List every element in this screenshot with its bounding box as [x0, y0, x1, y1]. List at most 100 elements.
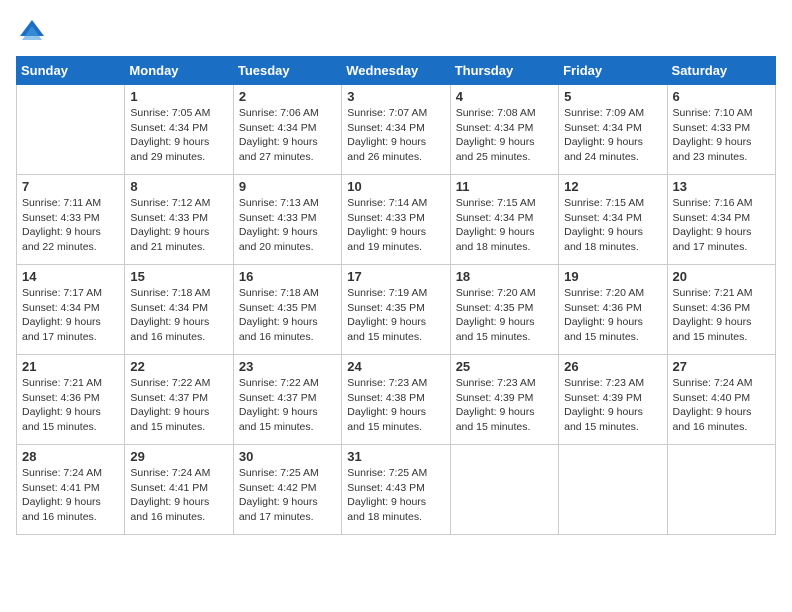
day-number: 10	[347, 179, 444, 194]
calendar-cell: 24 Sunrise: 7:23 AMSunset: 4:38 PMDayligh…	[342, 355, 450, 445]
day-info: Sunrise: 7:15 AMSunset: 4:34 PMDaylight:…	[564, 196, 661, 255]
calendar-cell: 12 Sunrise: 7:15 AMSunset: 4:34 PMDayligh…	[559, 175, 667, 265]
day-info: Sunrise: 7:23 AMSunset: 4:38 PMDaylight:…	[347, 376, 444, 435]
day-info: Sunrise: 7:16 AMSunset: 4:34 PMDaylight:…	[673, 196, 770, 255]
weekday-row: SundayMondayTuesdayWednesdayThursdayFrid…	[17, 57, 776, 85]
calendar-cell: 29 Sunrise: 7:24 AMSunset: 4:41 PMDayligh…	[125, 445, 233, 535]
calendar-cell: 13Sunrise: 7:16 AMSunset: 4:34 PMDayligh…	[667, 175, 775, 265]
weekday-header: Sunday	[17, 57, 125, 85]
calendar-cell: 9 Sunrise: 7:13 AMSunset: 4:33 PMDaylight…	[233, 175, 341, 265]
day-number: 22	[130, 359, 227, 374]
calendar-cell: 2 Sunrise: 7:06 AMSunset: 4:34 PMDaylight…	[233, 85, 341, 175]
calendar-week: 28 Sunrise: 7:24 AMSunset: 4:41 PMDayligh…	[17, 445, 776, 535]
day-number: 1	[130, 89, 227, 104]
day-number: 5	[564, 89, 661, 104]
day-number: 23	[239, 359, 336, 374]
day-number: 14	[22, 269, 119, 284]
weekday-header: Saturday	[667, 57, 775, 85]
logo-icon	[16, 16, 44, 44]
day-info: Sunrise: 7:24 AMSunset: 4:41 PMDaylight:…	[130, 466, 227, 525]
day-number: 4	[456, 89, 553, 104]
day-info: Sunrise: 7:13 AMSunset: 4:33 PMDaylight:…	[239, 196, 336, 255]
calendar-week: 7Sunrise: 7:11 AMSunset: 4:33 PMDaylight…	[17, 175, 776, 265]
calendar-cell: 25 Sunrise: 7:23 AMSunset: 4:39 PMDayligh…	[450, 355, 558, 445]
day-info: Sunrise: 7:21 AMSunset: 4:36 PMDaylight:…	[22, 376, 119, 435]
calendar-cell: 6 Sunrise: 7:10 AMSunset: 4:33 PMDaylight…	[667, 85, 775, 175]
day-info: Sunrise: 7:25 AMSunset: 4:42 PMDaylight:…	[239, 466, 336, 525]
day-number: 18	[456, 269, 553, 284]
day-number: 15	[130, 269, 227, 284]
calendar-cell: 31 Sunrise: 7:25 AMSunset: 4:43 PMDayligh…	[342, 445, 450, 535]
weekday-header: Tuesday	[233, 57, 341, 85]
day-info: Sunrise: 7:14 AMSunset: 4:33 PMDaylight:…	[347, 196, 444, 255]
day-info: Sunrise: 7:06 AMSunset: 4:34 PMDaylight:…	[239, 106, 336, 165]
day-number: 7	[22, 179, 119, 194]
day-number: 24	[347, 359, 444, 374]
calendar-week: 1 Sunrise: 7:05 AMSunset: 4:34 PMDaylight…	[17, 85, 776, 175]
calendar-cell: 4 Sunrise: 7:08 AMSunset: 4:34 PMDaylight…	[450, 85, 558, 175]
day-info: Sunrise: 7:10 AMSunset: 4:33 PMDaylight:…	[673, 106, 770, 165]
day-number: 29	[130, 449, 227, 464]
day-number: 3	[347, 89, 444, 104]
calendar-cell: 17 Sunrise: 7:19 AMSunset: 4:35 PMDayligh…	[342, 265, 450, 355]
calendar-cell	[450, 445, 558, 535]
calendar-cell: 5Sunrise: 7:09 AMSunset: 4:34 PMDaylight…	[559, 85, 667, 175]
calendar-cell	[667, 445, 775, 535]
weekday-header: Wednesday	[342, 57, 450, 85]
day-number: 6	[673, 89, 770, 104]
page-header	[16, 16, 776, 44]
calendar-cell	[559, 445, 667, 535]
calendar-cell: 30 Sunrise: 7:25 AMSunset: 4:42 PMDayligh…	[233, 445, 341, 535]
day-info: Sunrise: 7:19 AMSunset: 4:35 PMDaylight:…	[347, 286, 444, 345]
calendar-cell: 11 Sunrise: 7:15 AMSunset: 4:34 PMDayligh…	[450, 175, 558, 265]
day-number: 30	[239, 449, 336, 464]
calendar-cell: 8Sunrise: 7:12 AMSunset: 4:33 PMDaylight…	[125, 175, 233, 265]
day-info: Sunrise: 7:21 AMSunset: 4:36 PMDaylight:…	[673, 286, 770, 345]
day-info: Sunrise: 7:22 AMSunset: 4:37 PMDaylight:…	[130, 376, 227, 435]
day-number: 20	[673, 269, 770, 284]
day-number: 2	[239, 89, 336, 104]
calendar-cell	[17, 85, 125, 175]
calendar-cell: 26Sunrise: 7:23 AMSunset: 4:39 PMDayligh…	[559, 355, 667, 445]
day-info: Sunrise: 7:25 AMSunset: 4:43 PMDaylight:…	[347, 466, 444, 525]
day-info: Sunrise: 7:18 AMSunset: 4:34 PMDaylight:…	[130, 286, 227, 345]
day-number: 25	[456, 359, 553, 374]
calendar-cell: 18Sunrise: 7:20 AMSunset: 4:35 PMDayligh…	[450, 265, 558, 355]
logo	[16, 16, 48, 44]
day-info: Sunrise: 7:23 AMSunset: 4:39 PMDaylight:…	[456, 376, 553, 435]
calendar-cell: 23Sunrise: 7:22 AMSunset: 4:37 PMDayligh…	[233, 355, 341, 445]
calendar-week: 14 Sunrise: 7:17 AMSunset: 4:34 PMDayligh…	[17, 265, 776, 355]
calendar-week: 21 Sunrise: 7:21 AMSunset: 4:36 PMDayligh…	[17, 355, 776, 445]
day-info: Sunrise: 7:17 AMSunset: 4:34 PMDaylight:…	[22, 286, 119, 345]
calendar-cell: 10 Sunrise: 7:14 AMSunset: 4:33 PMDayligh…	[342, 175, 450, 265]
day-info: Sunrise: 7:18 AMSunset: 4:35 PMDaylight:…	[239, 286, 336, 345]
calendar-cell: 21 Sunrise: 7:21 AMSunset: 4:36 PMDayligh…	[17, 355, 125, 445]
calendar-cell: 3 Sunrise: 7:07 AMSunset: 4:34 PMDaylight…	[342, 85, 450, 175]
day-number: 31	[347, 449, 444, 464]
day-info: Sunrise: 7:07 AMSunset: 4:34 PMDaylight:…	[347, 106, 444, 165]
day-number: 21	[22, 359, 119, 374]
day-number: 9	[239, 179, 336, 194]
calendar-cell: 27 Sunrise: 7:24 AMSunset: 4:40 PMDayligh…	[667, 355, 775, 445]
calendar-cell: 28Sunrise: 7:24 AMSunset: 4:41 PMDayligh…	[17, 445, 125, 535]
calendar: SundayMondayTuesdayWednesdayThursdayFrid…	[16, 56, 776, 535]
calendar-header: SundayMondayTuesdayWednesdayThursdayFrid…	[17, 57, 776, 85]
day-info: Sunrise: 7:24 AMSunset: 4:40 PMDaylight:…	[673, 376, 770, 435]
calendar-cell: 22 Sunrise: 7:22 AMSunset: 4:37 PMDayligh…	[125, 355, 233, 445]
calendar-cell: 15 Sunrise: 7:18 AMSunset: 4:34 PMDayligh…	[125, 265, 233, 355]
day-info: Sunrise: 7:15 AMSunset: 4:34 PMDaylight:…	[456, 196, 553, 255]
day-number: 28	[22, 449, 119, 464]
day-number: 27	[673, 359, 770, 374]
day-number: 12	[564, 179, 661, 194]
calendar-cell: 20 Sunrise: 7:21 AMSunset: 4:36 PMDayligh…	[667, 265, 775, 355]
calendar-cell: 16 Sunrise: 7:18 AMSunset: 4:35 PMDayligh…	[233, 265, 341, 355]
weekday-header: Friday	[559, 57, 667, 85]
day-info: Sunrise: 7:05 AMSunset: 4:34 PMDaylight:…	[130, 106, 227, 165]
day-number: 19	[564, 269, 661, 284]
day-number: 11	[456, 179, 553, 194]
day-info: Sunrise: 7:08 AMSunset: 4:34 PMDaylight:…	[456, 106, 553, 165]
day-info: Sunrise: 7:23 AMSunset: 4:39 PMDaylight:…	[564, 376, 661, 435]
day-number: 17	[347, 269, 444, 284]
calendar-cell: 1 Sunrise: 7:05 AMSunset: 4:34 PMDaylight…	[125, 85, 233, 175]
day-number: 16	[239, 269, 336, 284]
